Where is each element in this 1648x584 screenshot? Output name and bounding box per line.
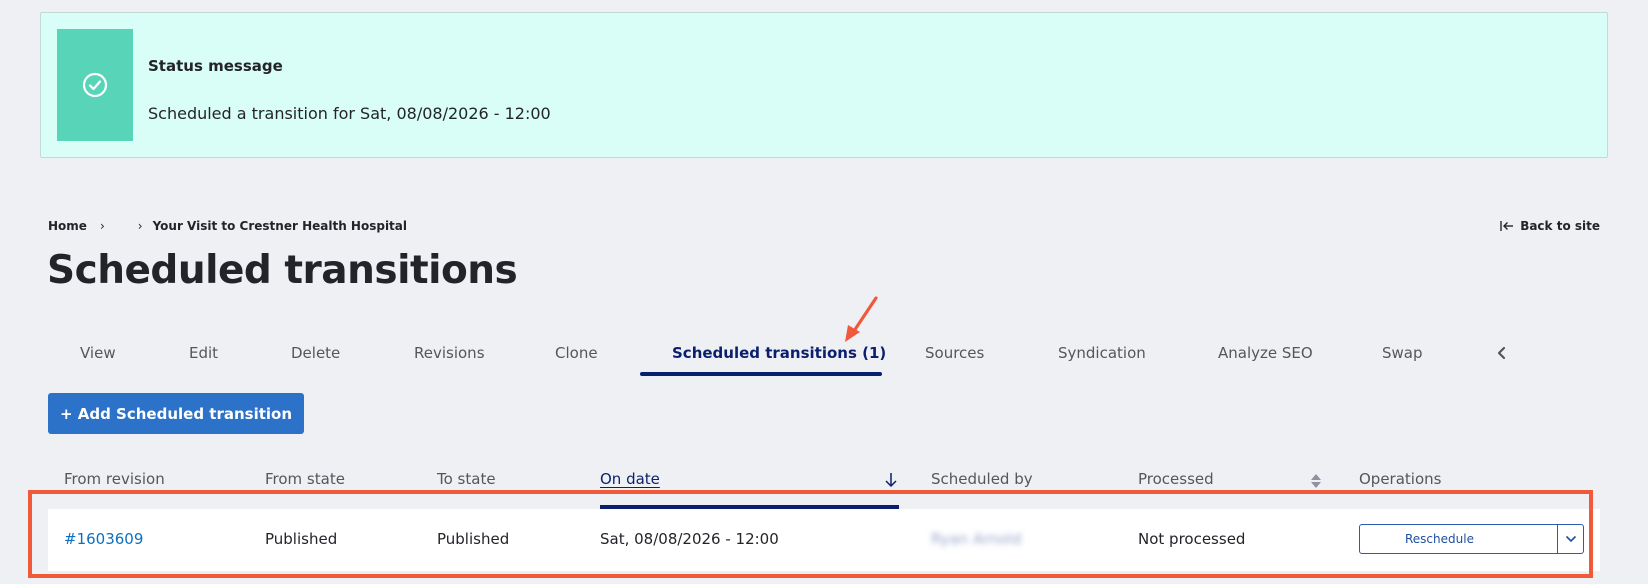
tab-clone[interactable]: Clone <box>555 344 598 362</box>
arrow-down-icon[interactable] <box>884 472 898 488</box>
scheduled-by-cell[interactable]: Ryan Arnold <box>931 530 1021 548</box>
tab-scheduled-transitions[interactable]: Scheduled transitions (1) <box>672 344 886 362</box>
chevron-down-icon <box>1565 535 1576 543</box>
breadcrumb-separator: › <box>137 219 143 233</box>
breadcrumb-separator: › <box>99 219 105 233</box>
operations-dropbutton: Reschedule <box>1359 524 1584 554</box>
on-date-cell: Sat, 08/08/2026 - 12:00 <box>600 530 779 548</box>
tab-view[interactable]: View <box>80 344 116 362</box>
tab-revisions[interactable]: Revisions <box>414 344 485 362</box>
tab-sources[interactable]: Sources <box>925 344 984 362</box>
active-tab-indicator <box>640 372 882 376</box>
reschedule-button[interactable]: Reschedule <box>1360 525 1558 553</box>
column-header-from-revision: From revision <box>64 470 165 488</box>
add-scheduled-transition-button[interactable]: + Add Scheduled transition <box>48 393 304 434</box>
table-row: #1603609 Published Published Sat, 08/08/… <box>48 509 1600 571</box>
column-header-scheduled-by: Scheduled by <box>931 470 1033 488</box>
column-header-processed[interactable]: Processed <box>1138 470 1214 488</box>
from-revision-link[interactable]: #1603609 <box>64 530 143 548</box>
tab-delete[interactable]: Delete <box>291 344 340 362</box>
arrow-left-bar-icon <box>1500 221 1514 231</box>
tab-syndication[interactable]: Syndication <box>1058 344 1146 362</box>
sort-both-icon[interactable] <box>1310 473 1322 489</box>
tab-edit[interactable]: Edit <box>189 344 218 362</box>
status-message: Status message Scheduled a transition fo… <box>40 12 1608 158</box>
tabs: View Edit Delete Revisions Clone Schedul… <box>48 332 1568 378</box>
table-header: From revision From state To state On dat… <box>0 470 1648 510</box>
column-header-operations: Operations <box>1359 470 1442 488</box>
operations-toggle[interactable] <box>1558 525 1583 553</box>
from-state-cell: Published <box>265 530 338 548</box>
column-header-on-date[interactable]: On date <box>600 470 660 488</box>
check-circle-icon <box>82 72 108 98</box>
breadcrumb-current[interactable]: Your Visit to Crestner Health Hospital <box>153 219 407 233</box>
tab-analyze-seo[interactable]: Analyze SEO <box>1218 344 1313 362</box>
status-text: Scheduled a transition for Sat, 08/08/20… <box>148 104 551 123</box>
column-header-to-state: To state <box>437 470 496 488</box>
column-header-from-state: From state <box>265 470 345 488</box>
to-state-cell: Published <box>437 530 510 548</box>
chevron-left-icon[interactable] <box>1496 346 1508 360</box>
page-title: Scheduled transitions <box>47 248 518 293</box>
processed-cell: Not processed <box>1138 530 1246 548</box>
tab-swap[interactable]: Swap <box>1382 344 1423 362</box>
annotation-arrow-icon <box>845 296 878 342</box>
status-title: Status message <box>148 57 283 75</box>
breadcrumb-home[interactable]: Home <box>48 219 87 233</box>
breadcrumb: Home › › Your Visit to Crestner Health H… <box>48 219 407 233</box>
status-icon-bar <box>57 29 133 141</box>
back-to-site-link[interactable]: Back to site <box>1500 219 1600 233</box>
back-to-site-label: Back to site <box>1520 219 1600 233</box>
